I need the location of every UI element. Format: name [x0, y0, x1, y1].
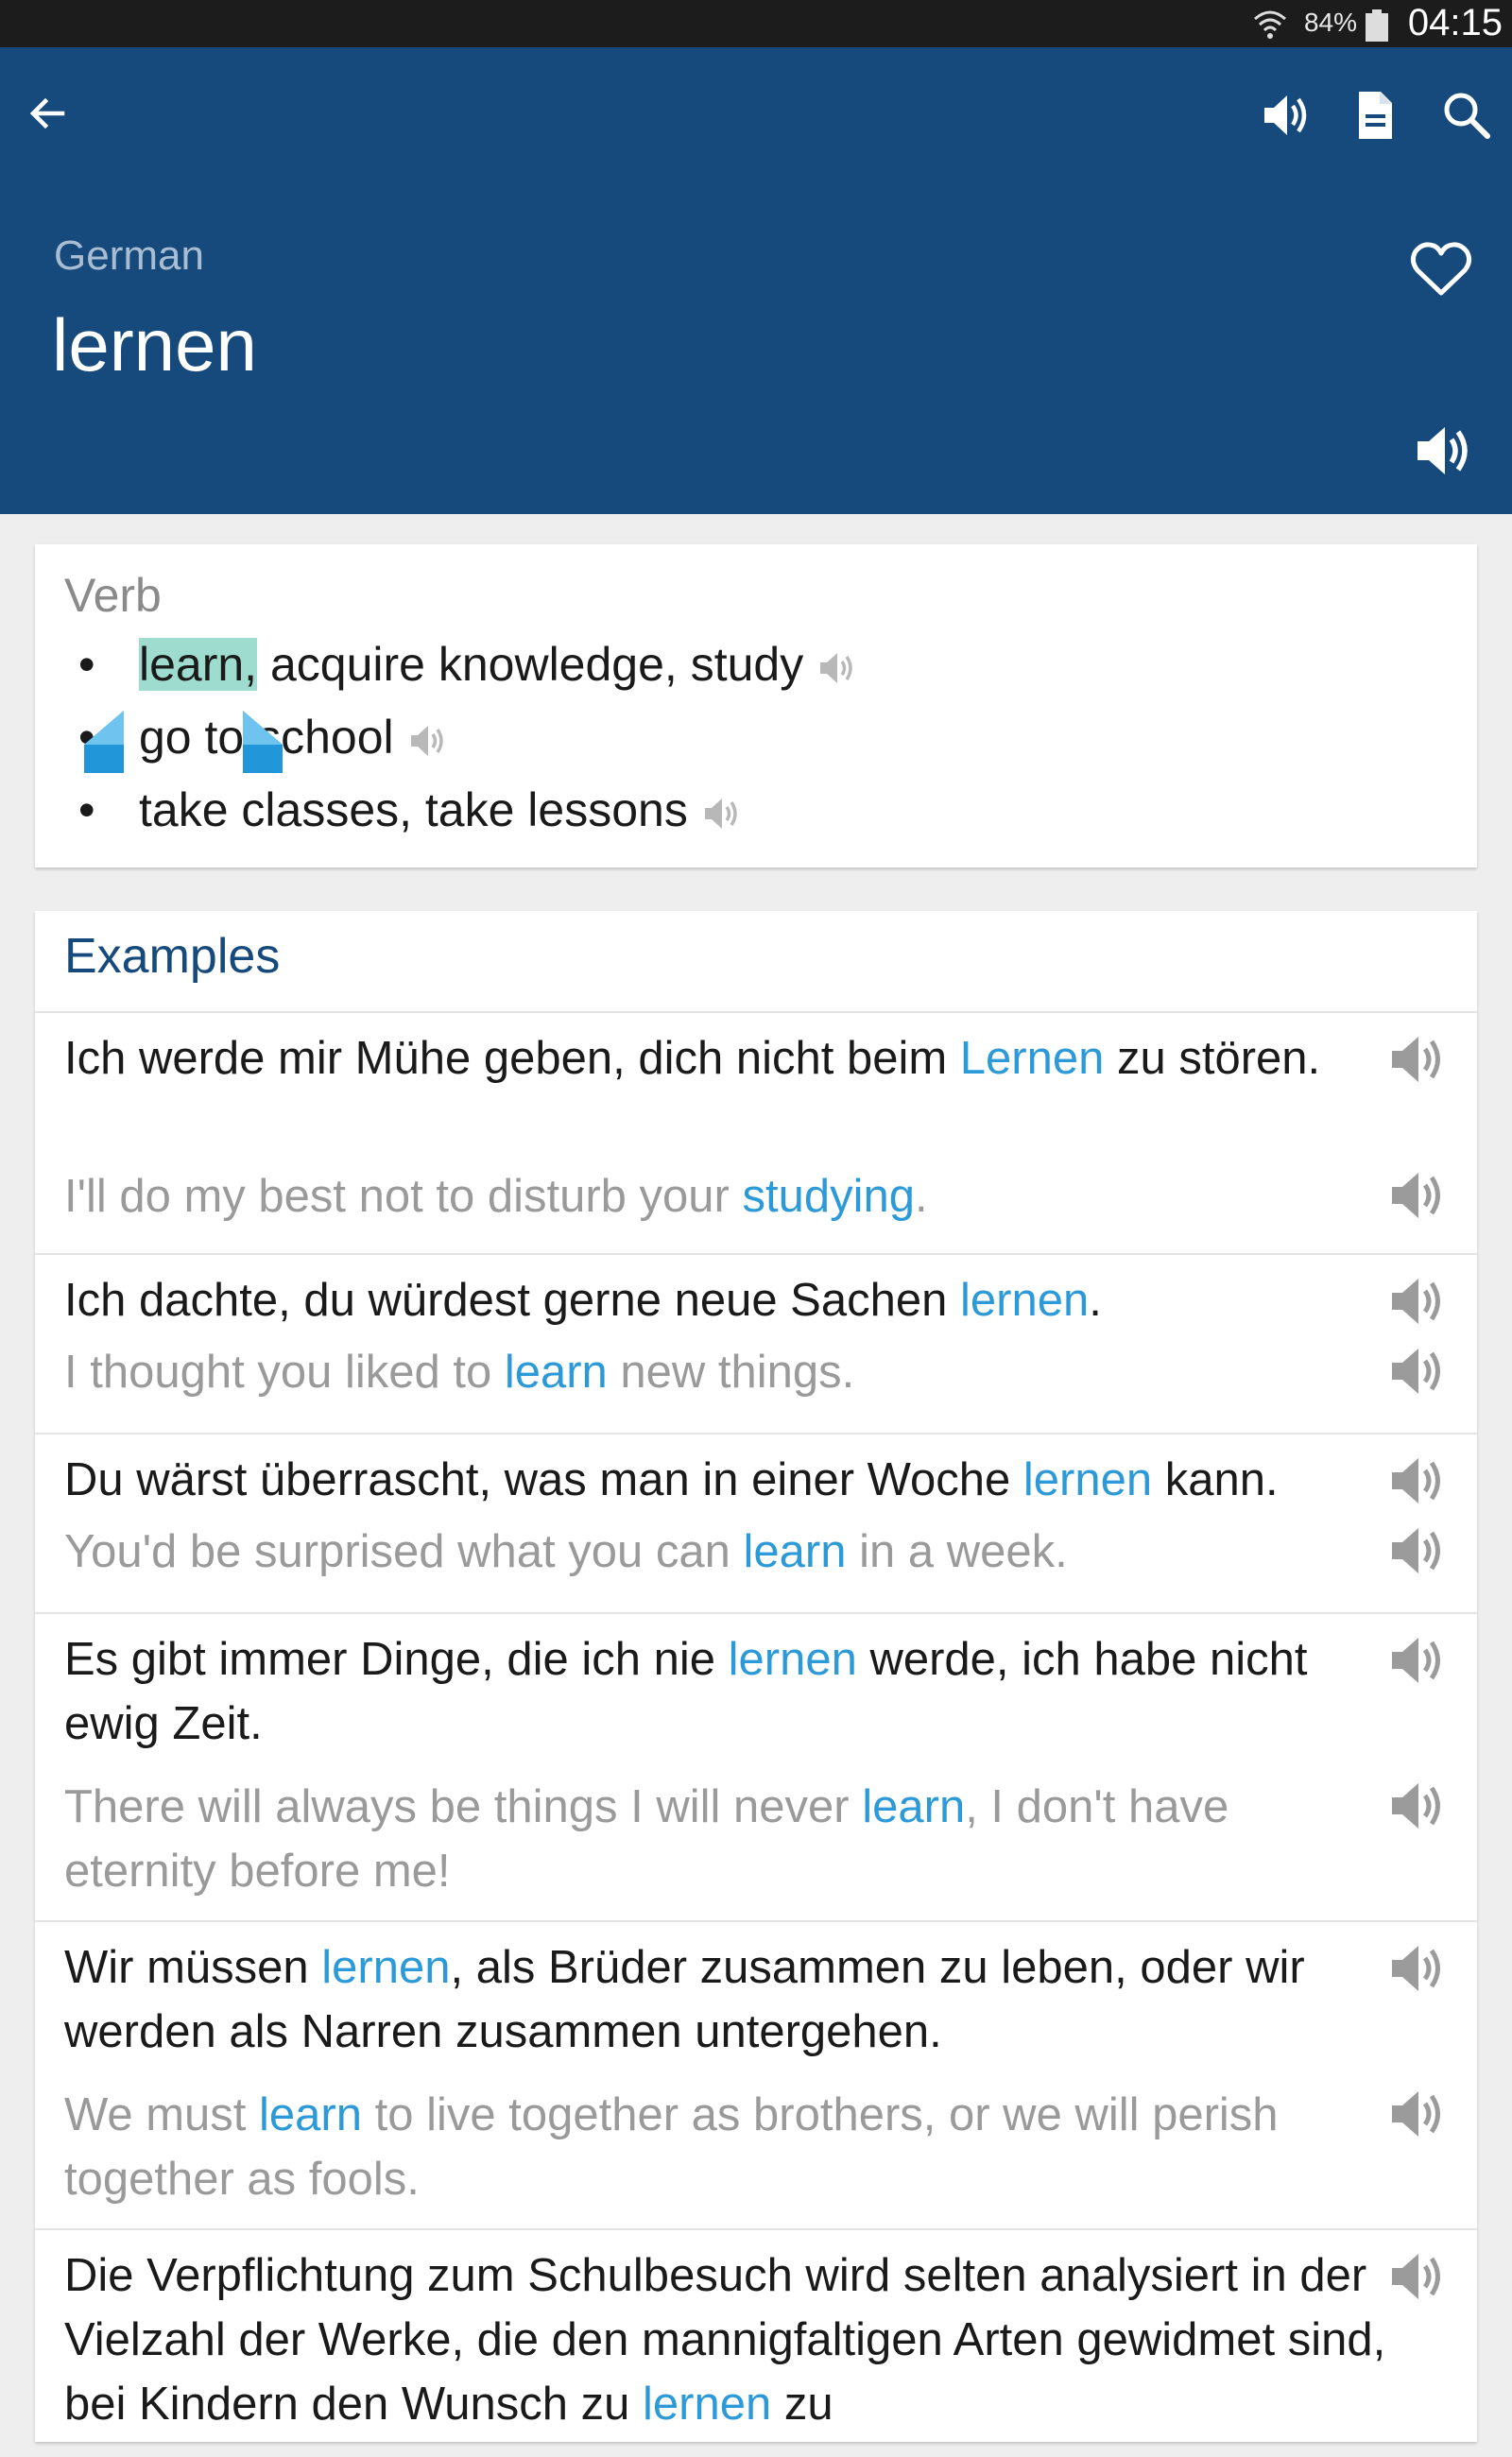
document-icon[interactable]: [1347, 87, 1403, 144]
example-german: Wir müssen lernen, als Brüder zusammen z…: [64, 1935, 1387, 2064]
speaker-icon[interactable]: [1386, 1270, 1449, 1332]
heart-outline-icon[interactable]: [1408, 236, 1474, 302]
speaker-icon[interactable]: [1386, 2245, 1449, 2308]
example-row: Ich werde mir Mühe geben, dich nicht bei…: [35, 1011, 1477, 1255]
example-english: You'd be surprised what you can learn in…: [64, 1520, 1387, 1584]
app-bar: German lernen: [0, 47, 1512, 514]
keyword: lernen: [728, 1634, 857, 1685]
example-text-segment: .: [1089, 1275, 1102, 1326]
example-text-segment: kann.: [1152, 1454, 1279, 1505]
example-text-segment: I'll do my best not to disturb your: [64, 1171, 743, 1222]
example-row: Ich dachte, du würdest gerne neue Sachen…: [35, 1253, 1477, 1435]
keyword: learn: [862, 1781, 966, 1832]
selection-end-handle-icon[interactable]: [243, 711, 283, 779]
source-language: German: [54, 232, 204, 279]
sense-text: take classes, take lessons: [139, 783, 688, 836]
part-of-speech: Verb: [64, 569, 162, 622]
sense-item[interactable]: • take classes, take lessons: [78, 782, 743, 837]
selection-start-handle-icon[interactable]: [84, 711, 124, 779]
examples-card: Examples Ich werde mir Mühe geben, dich …: [35, 911, 1477, 2442]
example-text-segment: Ich werde mir Mühe geben, dich nicht bei…: [64, 1033, 960, 1084]
speaker-icon[interactable]: [701, 793, 743, 834]
example-row: Die Verpflichtung zum Schulbesuch wird s…: [35, 2228, 1477, 2457]
keyword: lernen: [642, 2379, 772, 2430]
keyword: studying: [742, 1171, 915, 1222]
keyword: learn: [259, 2089, 362, 2140]
example-text-segment: Wir müssen: [64, 1942, 322, 1993]
example-row: Wir müssen lernen, als Brüder zusammen z…: [35, 1920, 1477, 2230]
example-english: There will always be things I will never…: [64, 1775, 1387, 1903]
speaker-icon[interactable]: [1386, 1450, 1449, 1512]
battery-icon: [1365, 9, 1389, 42]
speaker-icon[interactable]: [1386, 1937, 1449, 2000]
example-text-segment: We must: [64, 2089, 260, 2140]
speaker-icon[interactable]: [1410, 418, 1476, 484]
headword: lernen: [52, 303, 257, 387]
speaker-icon[interactable]: [1386, 1028, 1449, 1091]
keyword: lernen: [1022, 1454, 1153, 1505]
speaker-icon[interactable]: [1386, 2083, 1449, 2145]
speaker-icon[interactable]: [407, 720, 449, 762]
example-text-segment: I thought you liked to: [64, 1347, 505, 1398]
speaker-icon[interactable]: [1386, 1629, 1449, 1692]
keyword: lernen: [960, 1275, 1090, 1326]
example-text-segment: in a week.: [846, 1526, 1068, 1577]
example-english: We must learn to live together as brothe…: [64, 2083, 1387, 2211]
sense-item[interactable]: • learn, acquire knowledge, study: [78, 637, 858, 692]
examples-title: Examples: [64, 929, 281, 984]
example-text-segment: Du wärst überrascht, was man in einer Wo…: [64, 1454, 1023, 1505]
example-row: Du wärst überrascht, was man in einer Wo…: [35, 1433, 1477, 1614]
speaker-icon[interactable]: [1386, 1340, 1449, 1402]
keyword: learn: [504, 1347, 608, 1398]
status-bar: 84% 04:15: [0, 0, 1512, 47]
speaker-icon[interactable]: [1386, 1520, 1449, 1582]
example-row: Es gibt immer Dinge, die ich nie lernen …: [35, 1612, 1477, 1922]
speaker-icon[interactable]: [1386, 1164, 1449, 1227]
example-text-segment: zu: [771, 2379, 833, 2430]
example-text-segment: zu stören.: [1104, 1033, 1321, 1084]
example-text-segment: Es gibt immer Dinge, die ich nie: [64, 1634, 729, 1685]
example-text-segment: .: [914, 1171, 928, 1222]
example-text-segment: There will always be things I will never: [64, 1781, 863, 1832]
example-german: Es gibt immer Dinge, die ich nie lernen …: [64, 1627, 1387, 1756]
speaker-icon[interactable]: [816, 647, 858, 689]
speaker-icon[interactable]: [1257, 87, 1314, 144]
example-text-segment: Ich dachte, du würdest gerne neue Sachen: [64, 1275, 960, 1326]
keyword: lernen: [321, 1942, 451, 1993]
example-text-segment: You'd be surprised what you can: [64, 1526, 744, 1577]
selected-text[interactable]: learn,: [139, 638, 258, 691]
keyword: Lernen: [959, 1033, 1105, 1084]
clock: 04:15: [1407, 2, 1503, 43]
example-german: Ich dachte, du würdest gerne neue Sachen…: [64, 1268, 1387, 1332]
back-arrow-icon[interactable]: [21, 87, 74, 140]
speaker-icon[interactable]: [1386, 1775, 1449, 1837]
example-german: Die Verpflichtung zum Schulbesuch wird s…: [64, 2243, 1387, 2436]
sense-text: acquire knowledge, study: [257, 638, 804, 691]
example-english: I thought you liked to learn new things.: [64, 1340, 1387, 1404]
search-icon[interactable]: [1438, 87, 1495, 144]
battery-percent: 84%: [1303, 8, 1357, 37]
example-text-segment: new things.: [607, 1347, 855, 1398]
example-english: I'll do my best not to disturb your stud…: [64, 1164, 1387, 1228]
bullet: •: [78, 638, 95, 691]
keyword: learn: [743, 1526, 847, 1577]
example-german: Du wärst überrascht, was man in einer Wo…: [64, 1448, 1387, 1512]
example-german: Ich werde mir Mühe geben, dich nicht bei…: [64, 1026, 1387, 1091]
wifi-icon: [1251, 6, 1289, 43]
bullet: •: [78, 783, 95, 836]
meanings-card: Verb • learn, acquire knowledge, study • g…: [35, 544, 1477, 868]
